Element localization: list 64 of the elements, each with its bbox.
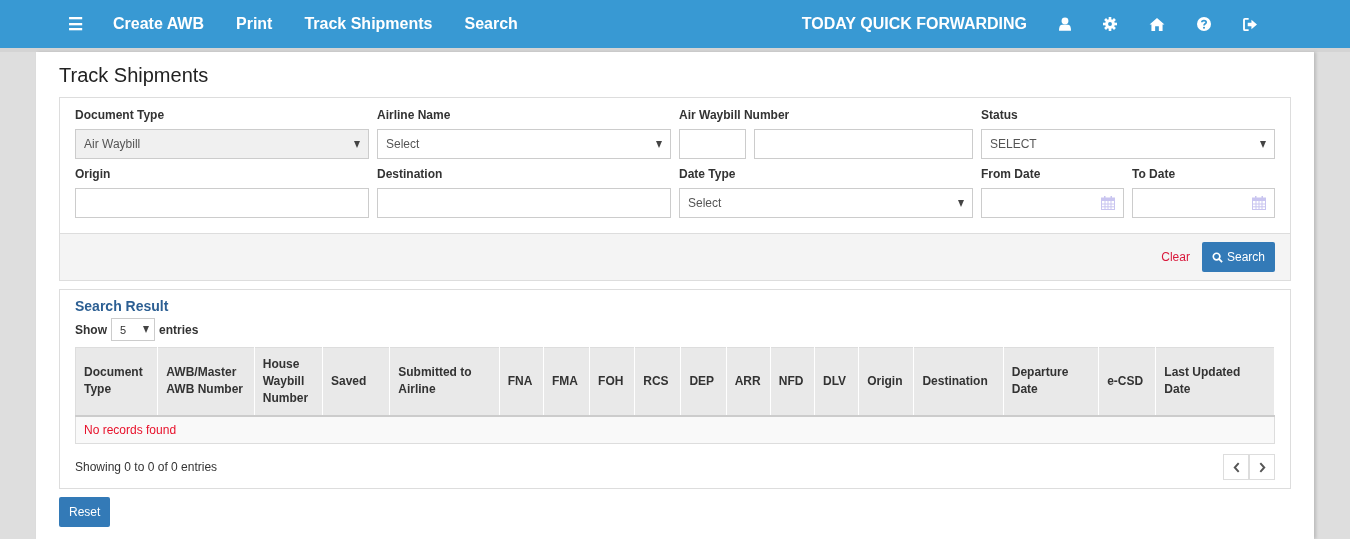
field-label: Destination — [377, 167, 444, 181]
date-field[interactable] — [1132, 188, 1275, 218]
caret-icon — [1260, 140, 1266, 148]
calendar-icon — [1101, 196, 1115, 210]
caret-icon — [354, 140, 360, 148]
column-header[interactable]: Saved — [322, 347, 390, 416]
column-header[interactable]: ARR — [726, 347, 771, 416]
column-header[interactable]: Departure Date — [1003, 347, 1099, 416]
input-field[interactable] — [75, 188, 369, 218]
next-page-button[interactable] — [1249, 454, 1275, 480]
logout-icon[interactable] — [1243, 17, 1258, 31]
caret-icon — [958, 199, 964, 207]
input-field[interactable] — [754, 129, 973, 159]
field-label: Airline Name — [377, 108, 452, 122]
field-label: To Date — [1132, 167, 1177, 181]
column-header[interactable]: NFD — [770, 347, 815, 416]
search-icon — [1211, 251, 1223, 263]
column-header[interactable]: FNA — [499, 347, 544, 416]
section-title: Search Result — [75, 298, 170, 314]
field-label: Date Type — [679, 167, 737, 181]
column-header[interactable]: FMA — [543, 347, 590, 416]
reset-button[interactable]: Reset — [59, 497, 111, 527]
input-field[interactable] — [377, 188, 671, 218]
column-header[interactable]: Last Updated Date — [1155, 347, 1275, 416]
column-header[interactable]: Submitted to Airline — [389, 347, 500, 416]
field-label: Origin — [75, 167, 112, 181]
show-label: Show — [75, 322, 107, 337]
column-header[interactable]: FOH — [589, 347, 635, 416]
settings-icon[interactable] — [1103, 17, 1117, 31]
search-button[interactable]: Search — [1201, 242, 1275, 272]
column-header[interactable]: Destination — [913, 347, 1004, 416]
page-size-select[interactable]: 5 — [111, 318, 155, 341]
field-label: From Date — [981, 167, 1042, 181]
home-icon[interactable] — [1149, 17, 1165, 31]
input-field[interactable] — [679, 129, 746, 159]
field-label: Air Waybill Number — [679, 108, 791, 122]
previous-page-button[interactable] — [1223, 454, 1249, 480]
chevron-left-icon — [1232, 461, 1240, 473]
column-header[interactable]: AWB/Master AWB Number — [157, 347, 255, 416]
empty-message: No records found — [75, 415, 1275, 444]
company-name: TODAY QUICK FORWARDING — [801, 15, 1027, 33]
select-field[interactable]: Select — [679, 188, 973, 218]
column-header[interactable]: DLV — [814, 347, 859, 416]
date-field[interactable] — [981, 188, 1124, 218]
field-label: Status — [981, 108, 1019, 122]
entries-label: entries — [159, 322, 199, 337]
chevron-right-icon — [1258, 461, 1266, 473]
column-header[interactable]: Document Type — [75, 347, 158, 416]
user-icon[interactable] — [1059, 17, 1071, 31]
field-label: Document Type — [75, 108, 166, 122]
column-header[interactable]: RCS — [634, 347, 681, 416]
table-info: Showing 0 to 0 of 0 entries — [75, 460, 218, 474]
column-header[interactable]: Origin — [858, 347, 914, 416]
column-header[interactable]: e-CSD — [1098, 347, 1156, 416]
column-header[interactable]: House Waybill Number — [254, 347, 323, 416]
column-header[interactable]: DEP — [680, 347, 727, 416]
select-field[interactable]: SELECT — [981, 129, 1275, 159]
page-title: Track Shipments — [59, 64, 209, 87]
select-field[interactable]: Select — [377, 129, 671, 159]
caret-icon — [656, 140, 662, 148]
clear-link[interactable]: Clear — [1161, 250, 1190, 264]
help-icon[interactable] — [1197, 17, 1211, 31]
calendar-icon — [1252, 196, 1266, 210]
caret-icon — [143, 326, 149, 333]
